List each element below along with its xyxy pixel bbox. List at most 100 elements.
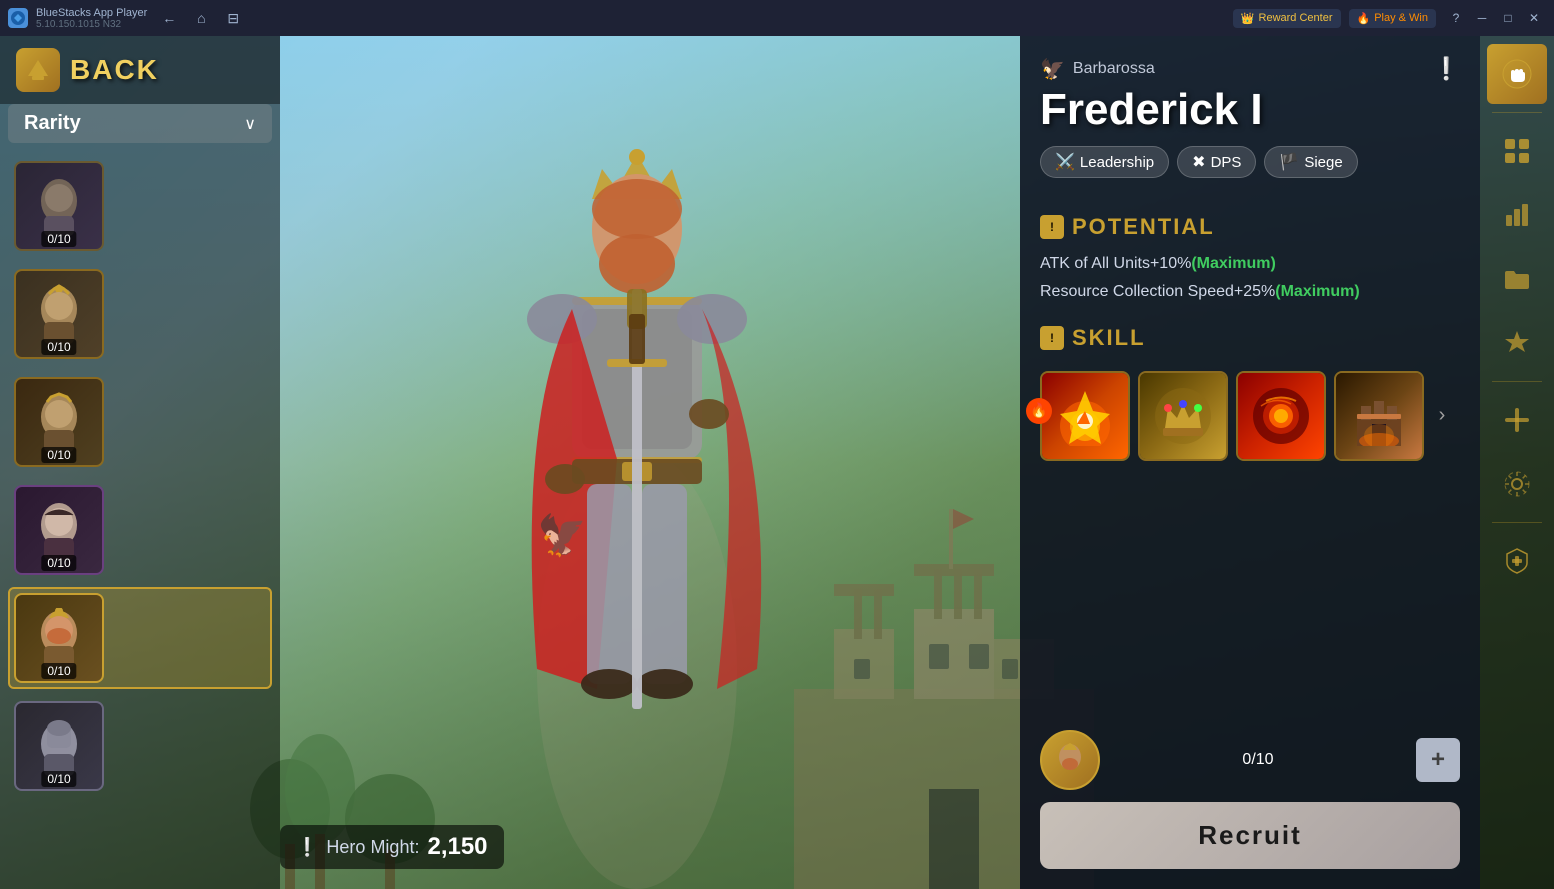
sidebar-divider-2 <box>1492 381 1542 382</box>
recruit-button[interactable]: Recruit <box>1040 802 1460 869</box>
hero-count: 0/10 <box>41 339 76 355</box>
skill-icons-container: 🔥 <box>1040 361 1460 461</box>
hero-portrait: 0/10 <box>14 485 104 575</box>
reward-center-button[interactable]: 👑 Reward Center <box>1233 9 1341 28</box>
sidebar-divider-3 <box>1492 522 1542 523</box>
hero-tag-siege[interactable]: 🏴 Siege <box>1264 146 1357 178</box>
list-item[interactable]: 0/10 <box>8 371 272 473</box>
sidebar-icon-star[interactable] <box>1487 313 1547 373</box>
titlebar: BlueStacks App Player 5.10.150.1015 N32 … <box>0 0 1554 36</box>
sidebar-icon-shield[interactable] <box>1487 531 1547 591</box>
potential-line1-suffix: (Maximum) <box>1191 255 1275 272</box>
window-controls: ? ─ □ ✕ <box>1444 6 1546 30</box>
sidebar-icon-cross[interactable] <box>1487 390 1547 450</box>
hero-count: 0/10 <box>41 663 76 679</box>
siege-icon: 🏴 <box>1279 152 1299 172</box>
list-item[interactable]: 0/10 <box>8 263 272 365</box>
maximize-button[interactable]: □ <box>1496 6 1520 30</box>
dps-icon: ✖ <box>1192 152 1205 172</box>
play-win-button[interactable]: 🔥 Play & Win <box>1349 9 1437 28</box>
hero-portrait: 0/10 <box>14 161 104 251</box>
nav-home-button[interactable]: ⌂ <box>187 4 215 32</box>
recruit-section: 0/10 + Recruit <box>1040 714 1460 869</box>
character-display: 🦅 <box>260 36 1014 889</box>
leadership-icon: ⚔️ <box>1055 152 1075 172</box>
close-button[interactable]: ✕ <box>1522 6 1546 30</box>
reward-label: Reward Center <box>1259 12 1333 24</box>
potential-line2-suffix: (Maximum) <box>1275 283 1359 300</box>
recruit-bar: 0/10 + <box>1040 714 1460 790</box>
back-icon <box>16 48 60 92</box>
potential-icon: ! <box>1040 215 1064 239</box>
nav-back-button[interactable]: ← <box>155 4 183 32</box>
svg-text:🦅: 🦅 <box>537 511 587 558</box>
hero-tags: ⚔️ Leadership ✖ DPS 🏴 Siege <box>1040 146 1460 178</box>
potential-line2: Resource Collection Speed+25%(Maximum) <box>1040 278 1460 305</box>
nav-bookmark-button[interactable]: ⊟ <box>219 4 247 32</box>
sidebar-icon-settings[interactable] <box>1487 454 1547 514</box>
hero-tag-leadership[interactable]: ⚔️ Leadership <box>1040 146 1169 178</box>
might-label: Hero Might: <box>326 837 419 858</box>
minimize-button[interactable]: ─ <box>1470 6 1494 30</box>
skill-icons: › <box>1040 371 1452 461</box>
hero-portrait: 0/10 <box>14 269 104 359</box>
hero-count: 0/10 <box>41 231 76 247</box>
hero-name: Frederick I <box>1040 86 1460 134</box>
app-logo <box>8 8 28 28</box>
might-icon: ❕ <box>296 837 318 858</box>
titlebar-right: 👑 Reward Center 🔥 Play & Win ? ─ □ ✕ <box>1233 6 1546 30</box>
hero-tag-dps[interactable]: ✖ DPS <box>1177 146 1256 178</box>
recruit-count: 0/10 <box>1112 751 1404 769</box>
leadership-label: Leadership <box>1080 154 1154 171</box>
play-win-label: Play & Win <box>1374 12 1428 24</box>
hero-sidebar: BACK Rarity ∨ 0/10 <box>0 36 280 889</box>
potential-section-header: ! POTENTIAL <box>1040 214 1460 240</box>
faction-icon: 🦅 <box>1040 57 1065 82</box>
rarity-label: Rarity <box>24 112 81 135</box>
list-item[interactable]: 0/10 <box>8 695 272 797</box>
back-label: BACK <box>70 54 159 86</box>
recruit-progress: 0/10 <box>1112 751 1404 769</box>
reward-icon: 👑 <box>1241 12 1255 25</box>
game-area: 🦅 <box>0 36 1554 889</box>
skill-icon-3[interactable] <box>1236 371 1326 461</box>
sidebar-icon-chart[interactable] <box>1487 185 1547 245</box>
sidebar-icon-folder[interactable] <box>1487 249 1547 309</box>
hero-header: 🦅 Barbarossa ❕ Frederick I ⚔️ Leadership… <box>1040 56 1460 198</box>
siege-label: Siege <box>1304 154 1342 171</box>
sidebar-icon-grid[interactable] <box>1487 121 1547 181</box>
potential-line1: ATK of All Units+10%(Maximum) <box>1040 250 1460 277</box>
skill-icon: ! <box>1040 326 1064 350</box>
sidebar-divider-1 <box>1492 112 1542 113</box>
hero-faction: 🦅 Barbarossa ❕ <box>1040 56 1460 82</box>
skill-section: ! SKILL 🔥 <box>1040 325 1460 461</box>
hero-count: 0/10 <box>41 447 76 463</box>
skill-more-indicator: › <box>1432 371 1452 461</box>
skill-fire-dot: 🔥 <box>1026 398 1052 424</box>
character-silhouette: 🦅 <box>417 69 857 889</box>
potential-description: ATK of All Units+10%(Maximum) Resource C… <box>1040 250 1460 304</box>
list-item[interactable]: 0/10 <box>8 155 272 257</box>
skill-icon-4[interactable] <box>1334 371 1424 461</box>
rarity-filter[interactable]: Rarity ∨ <box>8 104 272 143</box>
recruit-avatar <box>1040 730 1100 790</box>
potential-line2-prefix: Resource Collection Speed+25% <box>1040 283 1275 300</box>
play-win-icon: 🔥 <box>1357 12 1371 25</box>
back-button[interactable]: BACK <box>0 36 280 104</box>
skill-icon-1[interactable] <box>1040 371 1130 461</box>
right-sidebar <box>1480 36 1554 889</box>
recruit-add-button[interactable]: + <box>1416 738 1460 782</box>
hero-list: 0/10 0/10 0/10 <box>0 151 280 889</box>
sidebar-icon-fist[interactable] <box>1487 44 1547 104</box>
list-item[interactable]: 0/10 <box>8 587 272 689</box>
help-button[interactable]: ? <box>1444 6 1468 30</box>
faction-name: Barbarossa <box>1073 60 1155 78</box>
skill-section-header: ! SKILL <box>1040 325 1460 351</box>
dps-label: DPS <box>1211 154 1242 171</box>
hero-portrait: 0/10 <box>14 377 104 467</box>
list-item[interactable]: 0/10 <box>8 479 272 581</box>
titlebar-nav: ← ⌂ ⊟ <box>155 4 247 32</box>
skill-icon-2[interactable] <box>1138 371 1228 461</box>
hero-might-bar: ❕ Hero Might: 2,150 <box>280 825 504 869</box>
alert-icon[interactable]: ❕ <box>1433 56 1460 82</box>
